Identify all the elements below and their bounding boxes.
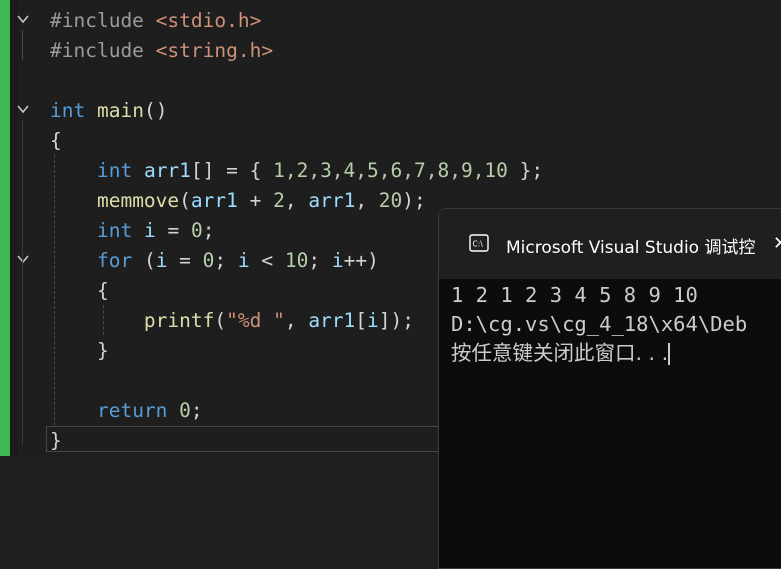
- code-token: int: [96, 159, 133, 182]
- code-token: 2: [273, 189, 285, 212]
- code-token: {: [50, 129, 62, 152]
- code-token: <stdio.h>: [155, 9, 262, 32]
- fold-chevron-icon[interactable]: [15, 12, 31, 28]
- code-token: ;: [308, 249, 332, 272]
- code-line[interactable]: {: [50, 276, 109, 306]
- code-token: <string.h>: [155, 39, 274, 62]
- change-indicator-bar: [0, 0, 10, 456]
- console-app-icon: C:\: [469, 234, 489, 252]
- code-token: arr1: [308, 309, 356, 332]
- code-token: };: [507, 159, 544, 182]
- code-token: #include: [50, 39, 156, 62]
- code-token: i: [143, 219, 156, 242]
- code-token: {: [50, 279, 109, 302]
- code-token: i: [367, 309, 379, 332]
- code-line[interactable]: memmove(arr1 + 2, arr1, 20);: [50, 186, 426, 216]
- code-token: 0: [190, 219, 203, 242]
- code-token: return: [96, 399, 168, 422]
- code-token: printf: [143, 309, 215, 332]
- code-token: 1,2,3,4,5,6,7,8,9,10: [273, 159, 508, 182]
- svg-text:C:\: C:\: [473, 240, 484, 249]
- code-token: =: [155, 219, 191, 242]
- code-token: i: [155, 249, 168, 272]
- fold-chevron-icon[interactable]: [15, 252, 31, 268]
- code-token: 10: [284, 249, 309, 272]
- fold-guide: [22, 30, 23, 60]
- fold-guide: [22, 120, 23, 445]
- console-prompt-text: 按任意键关闭此窗口. . .: [451, 341, 669, 365]
- code-token: (: [214, 309, 227, 332]
- code-token: i: [331, 249, 344, 272]
- code-token: }: [50, 429, 62, 452]
- code-token: i: [237, 249, 250, 272]
- code-token: (): [143, 99, 168, 122]
- code-token: ;: [214, 249, 238, 272]
- console-title: Microsoft Visual Studio 调试控: [506, 238, 756, 258]
- code-token: arr1: [143, 159, 191, 182]
- code-token: ;: [202, 219, 215, 242]
- code-token: <: [249, 249, 285, 272]
- gutter: [10, 0, 18, 456]
- fold-chevron-icon[interactable]: [15, 102, 31, 118]
- code-line[interactable]: #include <string.h>: [50, 36, 273, 66]
- code-token: (: [132, 249, 156, 272]
- code-token: 0: [202, 249, 215, 272]
- code-line[interactable]: {: [50, 126, 62, 156]
- code-token: ,: [284, 309, 309, 332]
- code-token: memmove: [96, 189, 180, 212]
- code-token: 0: [179, 399, 191, 422]
- current-line-highlight: [46, 426, 446, 452]
- code-token: [: [355, 309, 368, 332]
- code-token: arr1: [190, 189, 238, 212]
- code-token: ;: [190, 399, 203, 422]
- code-line[interactable]: }: [50, 426, 62, 456]
- code-token: ]);: [378, 309, 415, 332]
- code-line[interactable]: printf("%d ", arr1[i]);: [50, 306, 414, 336]
- code-line[interactable]: int arr1[] = { 1,2,3,4,5,6,7,8,9,10 };: [50, 156, 543, 186]
- code-line[interactable]: for (i = 0; i < 10; i++): [50, 246, 379, 276]
- console-output-line: 按任意键关闭此窗口. . .: [451, 339, 671, 367]
- code-token: (: [179, 189, 191, 212]
- close-icon[interactable]: ✕: [773, 233, 781, 254]
- code-line[interactable]: return 0;: [50, 396, 203, 426]
- code-token: int: [50, 99, 86, 122]
- text-cursor: [668, 343, 671, 365]
- code-token: }: [50, 339, 109, 362]
- code-token: for: [96, 249, 133, 272]
- code-line[interactable]: int main(): [50, 96, 167, 126]
- code-line[interactable]: #include <stdio.h>: [50, 6, 261, 36]
- console-output-line: 1 2 1 2 3 4 5 8 9 10: [451, 283, 698, 307]
- code-token: [] = {: [190, 159, 274, 182]
- console-titlebar[interactable]: C:\ Microsoft Visual Studio 调试控 ✕: [439, 209, 781, 279]
- code-token: arr1: [308, 189, 356, 212]
- code-line[interactable]: int i = 0;: [50, 216, 214, 246]
- code-token: );: [402, 189, 426, 212]
- debug-console-window[interactable]: C:\ Microsoft Visual Studio 调试控 ✕ 1 2 1 …: [438, 208, 781, 569]
- console-output-line: D:\cg.vs\cg_4_18\x64\Deb: [451, 312, 748, 336]
- code-token: main: [96, 99, 144, 122]
- code-token: "%d ": [226, 309, 285, 332]
- code-token: +: [237, 189, 274, 212]
- code-token: =: [167, 249, 203, 272]
- code-token: 20: [378, 189, 403, 212]
- code-line[interactable]: }: [50, 336, 109, 366]
- code-token: ,: [284, 189, 309, 212]
- code-token: ,: [355, 189, 379, 212]
- code-token: int: [96, 219, 133, 242]
- code-token: #include: [50, 9, 156, 32]
- code-token: ++): [343, 249, 379, 272]
